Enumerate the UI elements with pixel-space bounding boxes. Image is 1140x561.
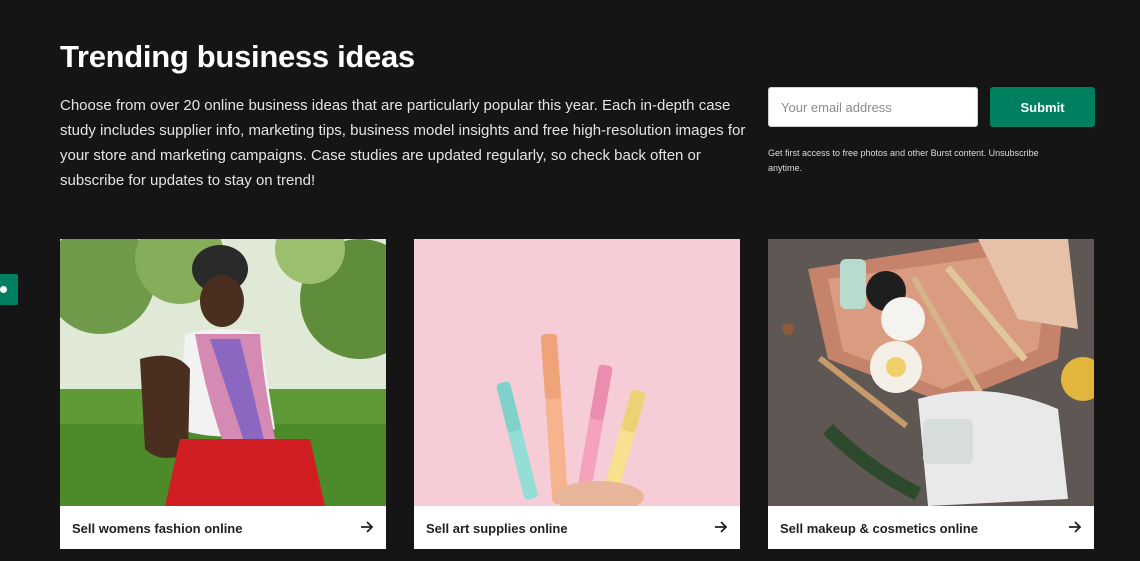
intro-text: Choose from over 20 online business idea… (60, 97, 746, 189)
side-feedback-tab[interactable] (0, 274, 18, 305)
card-title: Sell womens fashion online (72, 521, 243, 536)
card-art-supplies[interactable]: Sell art supplies online (414, 239, 740, 549)
page-title: Trending business ideas (60, 39, 415, 74)
card-title: Sell art supplies online (426, 521, 568, 536)
arrow-right-icon (715, 521, 728, 533)
card-makeup-cosmetics[interactable]: Sell makeup & cosmetics online (768, 239, 1094, 549)
arrow-right-icon (1069, 521, 1082, 533)
dot-icon (0, 286, 7, 293)
subscribe-fineprint: Get first access to free photos and othe… (768, 148, 1039, 173)
arrow-right-icon (361, 521, 374, 533)
card-image-makeup-cosmetics (768, 239, 1094, 506)
email-input[interactable] (768, 87, 978, 127)
submit-button[interactable]: Submit (990, 87, 1095, 127)
card-image-art-supplies (414, 239, 740, 506)
card-title: Sell makeup & cosmetics online (780, 521, 978, 536)
card-womens-fashion[interactable]: Sell womens fashion online (60, 239, 386, 549)
card-image-womens-fashion (60, 239, 386, 506)
